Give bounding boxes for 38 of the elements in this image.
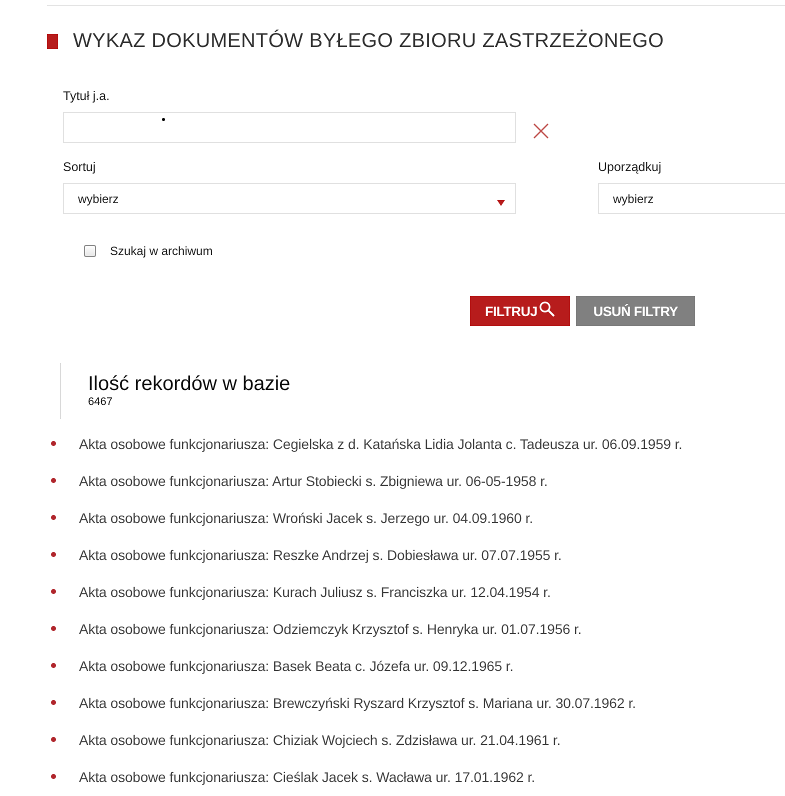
filter-button[interactable]: FILTRUJ [470,296,570,326]
bullet-icon [51,478,56,483]
order-select[interactable]: wybierz [598,183,785,214]
field-label: Sortuj [63,159,96,175]
checkbox-label: Szukaj w archiwum [110,244,213,258]
document-link[interactable]: Akta osobowe funkcjonariusza: Cegielska z d. Katańska Lidia Jolanta c. Tadeusza ur. 06.09.1959 r. [79,436,682,452]
page-title: WYKAZ DOKUMENTÓW BYŁEGO ZBIORU ZASTRZEŻONEGO [73,30,664,52]
document-link[interactable]: Akta osobowe funkcjonariusza: Basek Beata c. Józefa ur. 09.12.1965 r. [79,658,514,674]
bullet-icon [51,700,56,705]
document-link[interactable]: Akta osobowe funkcjonariusza: Chiziak Wojciech s. Zdzisława ur. 21.04.1961 r. [79,732,561,748]
bullet-icon [51,663,56,668]
clear-filters-button[interactable]: USUŃ FILTRY [576,296,695,326]
field-label: Tytuł j.a. [63,88,110,104]
document-link[interactable]: Akta osobowe funkcjonariusza: Cieślak Jacek s. Wacława ur. 17.01.1962 r. [79,768,536,784]
field-label: Uporządkuj [598,159,662,175]
close-icon[interactable] [533,122,549,138]
search-icon [539,301,556,317]
document-link[interactable]: Akta osobowe funkcjonariusza: Brewczyński Ryszard Krzysztof s. Mariana ur. 30.07.1962 r. [79,694,636,710]
document-link[interactable]: Akta osobowe funkcjonariusza: Kurach Juliusz s. Franciszka ur. 12.04.1954 r. [79,584,551,600]
document-link[interactable]: Akta osobowe funkcjonariusza: Reszke Andrzej s. Dobiesława ur. 07.07.1955 r. [79,546,562,562]
bullet-icon [51,737,56,742]
caret-icon [497,200,505,206]
records-heading: Ilość rekordów w bazie [88,373,290,396]
document-link[interactable]: Akta osobowe funkcjonariusza: Wroński Jacek s. Jerzego ur. 04.09.1960 r. [79,510,534,526]
sort-select[interactable]: wybierz [63,183,516,214]
document-link[interactable]: Akta osobowe funkcjonariusza: Artur Stobiecki s. Zbigniewa ur. 06-05-1958 r. [79,472,548,488]
title-input-field[interactable] [63,112,516,143]
bullet-icon [51,589,56,594]
bullet-icon [51,441,56,446]
title-marker-icon [47,34,58,48]
records-count: 6467 [88,396,112,409]
document-link[interactable]: Akta osobowe funkcjonariusza: Odziemczyk Krzysztof s. Henryka ur. 01.07.1956 r. [79,620,582,636]
bullet-icon [51,774,56,779]
dot-icon [162,118,165,121]
archive-checkbox[interactable] [84,245,96,257]
bullet-icon [51,552,56,557]
bullet-icon [51,515,56,520]
bullet-icon [51,626,56,631]
